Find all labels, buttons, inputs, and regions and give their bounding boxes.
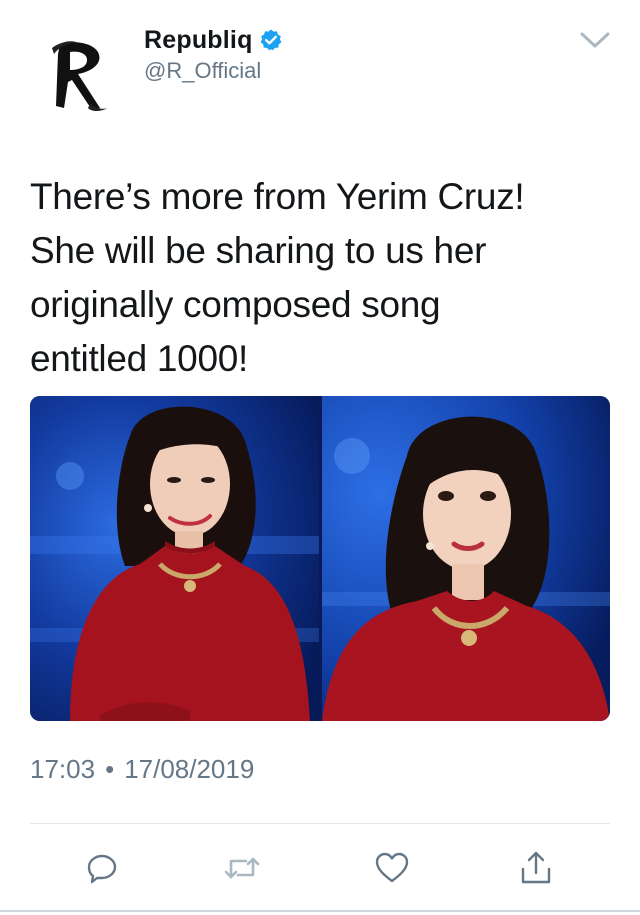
- reply-button[interactable]: [82, 848, 122, 888]
- retweet-button[interactable]: [222, 848, 262, 888]
- bottom-divider: [0, 910, 640, 912]
- display-name-row[interactable]: Republiq: [144, 24, 283, 56]
- action-bar: [0, 848, 640, 888]
- reply-icon: [87, 854, 117, 884]
- share-icon: [521, 851, 551, 884]
- photo-1[interactable]: [30, 396, 319, 721]
- share-button[interactable]: [516, 848, 556, 888]
- account-handle[interactable]: @R_Official: [144, 58, 261, 84]
- timestamp-separator: •: [105, 754, 115, 784]
- like-button[interactable]: [372, 848, 412, 888]
- divider: [30, 823, 610, 824]
- tweet-date: 17/08/2019: [124, 754, 255, 784]
- brush-r-logo-icon: [52, 41, 108, 111]
- tweet-time: 17:03: [30, 754, 96, 784]
- tweet-timestamp[interactable]: 17:03 • 17/08/2019: [30, 754, 254, 785]
- photo-woman-looking-up: [321, 396, 610, 721]
- tweet-detail: Republiq @R_Official There’s more from Y…: [0, 0, 640, 915]
- like-icon: [375, 852, 409, 883]
- tweet-text: There’s more from Yerim Cruz! She will b…: [30, 176, 525, 379]
- account-avatar[interactable]: [42, 34, 114, 114]
- verified-badge-icon: [260, 29, 281, 51]
- retweet-icon: [224, 857, 260, 879]
- display-name[interactable]: Republiq: [144, 26, 253, 55]
- photo-woman-smiling: [30, 396, 319, 721]
- chevron-down-icon[interactable]: [578, 28, 612, 52]
- photo-2[interactable]: [321, 396, 611, 721]
- media-grid[interactable]: [30, 396, 610, 721]
